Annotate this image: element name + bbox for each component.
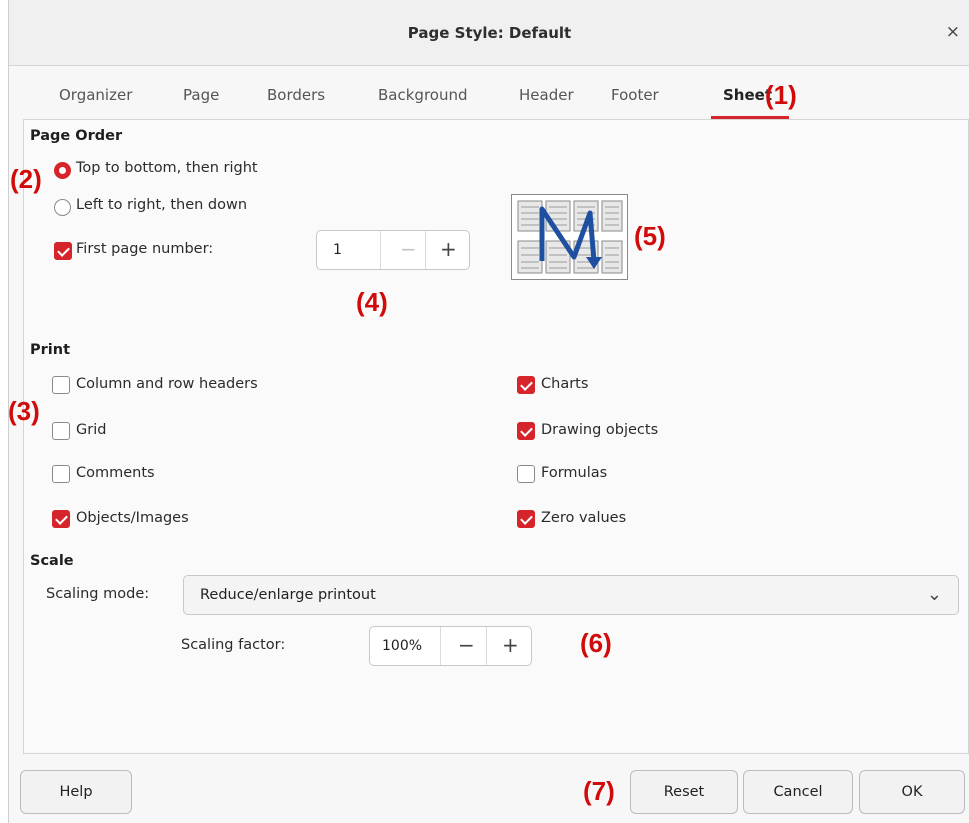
column-row-headers-label: Column and row headers [76, 376, 258, 392]
radio-left-to-right-label: Left to right, then down [76, 197, 248, 213]
charts-checkbox[interactable] [517, 376, 535, 394]
radio-top-to-bottom[interactable] [54, 162, 71, 179]
annotation-5: (5) [634, 221, 666, 251]
first-page-number-value[interactable]: 1 [333, 242, 342, 258]
annotation-3: (3) [8, 396, 40, 426]
tab-borders[interactable]: Borders [267, 86, 325, 104]
dialog-title: Page Style: Default [407, 24, 572, 42]
tab-organizer[interactable]: Organizer [59, 86, 132, 104]
ok-button[interactable]: OK [859, 770, 965, 814]
decrement-button[interactable]: − [458, 633, 475, 657]
tab-header[interactable]: Header [519, 86, 574, 104]
page-order-preview-diagram [511, 194, 628, 280]
tab-background[interactable]: Background [378, 86, 468, 104]
column-row-headers-checkbox[interactable] [52, 376, 70, 394]
scaling-mode-value: Reduce/enlarge printout [200, 587, 376, 603]
help-button[interactable]: Help [20, 770, 132, 814]
scaling-mode-dropdown[interactable]: Reduce/enlarge printout ⌄ [183, 575, 959, 615]
decrement-button[interactable]: − [400, 237, 417, 261]
tab-footer[interactable]: Footer [611, 86, 659, 104]
page-order-heading: Page Order [30, 128, 123, 144]
zero-values-checkbox[interactable] [517, 510, 535, 528]
grid-checkbox[interactable] [52, 422, 70, 440]
radio-top-to-bottom-label: Top to bottom, then right [76, 160, 258, 176]
tab-page[interactable]: Page [183, 86, 219, 104]
print-heading: Print [30, 342, 71, 358]
annotation-7: (7) [583, 776, 615, 806]
scaling-factor-value[interactable]: 100% [382, 638, 422, 654]
reset-button[interactable]: Reset [630, 770, 738, 814]
first-page-number-label: First page number: [76, 241, 214, 257]
grid-label: Grid [76, 422, 107, 438]
increment-button[interactable]: + [440, 237, 457, 261]
annotation-4: (4) [356, 287, 388, 317]
close-icon[interactable]: × [946, 22, 960, 42]
formulas-label: Formulas [541, 465, 608, 481]
spinner-divider [425, 231, 426, 269]
charts-label: Charts [541, 376, 589, 392]
objects-images-checkbox[interactable] [52, 510, 70, 528]
radio-left-to-right[interactable] [54, 199, 71, 216]
zero-values-label: Zero values [541, 510, 627, 526]
comments-checkbox[interactable] [52, 465, 70, 483]
scaling-factor-label: Scaling factor: [181, 637, 286, 653]
scaling-factor-spinner: 100% − + [369, 626, 532, 666]
spinner-divider [380, 231, 381, 269]
scaling-mode-label: Scaling mode: [46, 586, 150, 602]
objects-images-label: Objects/Images [76, 510, 189, 526]
title-bar: Page Style: Default × [9, 0, 969, 66]
cancel-button[interactable]: Cancel [743, 770, 853, 814]
first-page-number-checkbox[interactable] [54, 242, 72, 260]
annotation-6: (6) [580, 628, 612, 658]
annotation-2: (2) [10, 164, 42, 194]
drawing-objects-label: Drawing objects [541, 422, 659, 438]
chevron-down-icon: ⌄ [926, 584, 942, 605]
formulas-checkbox[interactable] [517, 465, 535, 483]
page-style-dialog: Page Style: Default × Organizer Page Bor… [8, 0, 969, 823]
spinner-divider [486, 627, 487, 665]
active-tab-indicator [711, 116, 789, 119]
spinner-divider [440, 627, 441, 665]
increment-button[interactable]: + [502, 633, 519, 657]
annotation-1: (1) [765, 80, 797, 110]
drawing-objects-checkbox[interactable] [517, 422, 535, 440]
page-order-preview-graphic [517, 200, 623, 274]
first-page-number-spinner: 1 − + [316, 230, 470, 270]
comments-label: Comments [76, 465, 155, 481]
scale-heading: Scale [30, 553, 74, 569]
tab-bar: Organizer Page Borders Background Header… [23, 68, 969, 120]
